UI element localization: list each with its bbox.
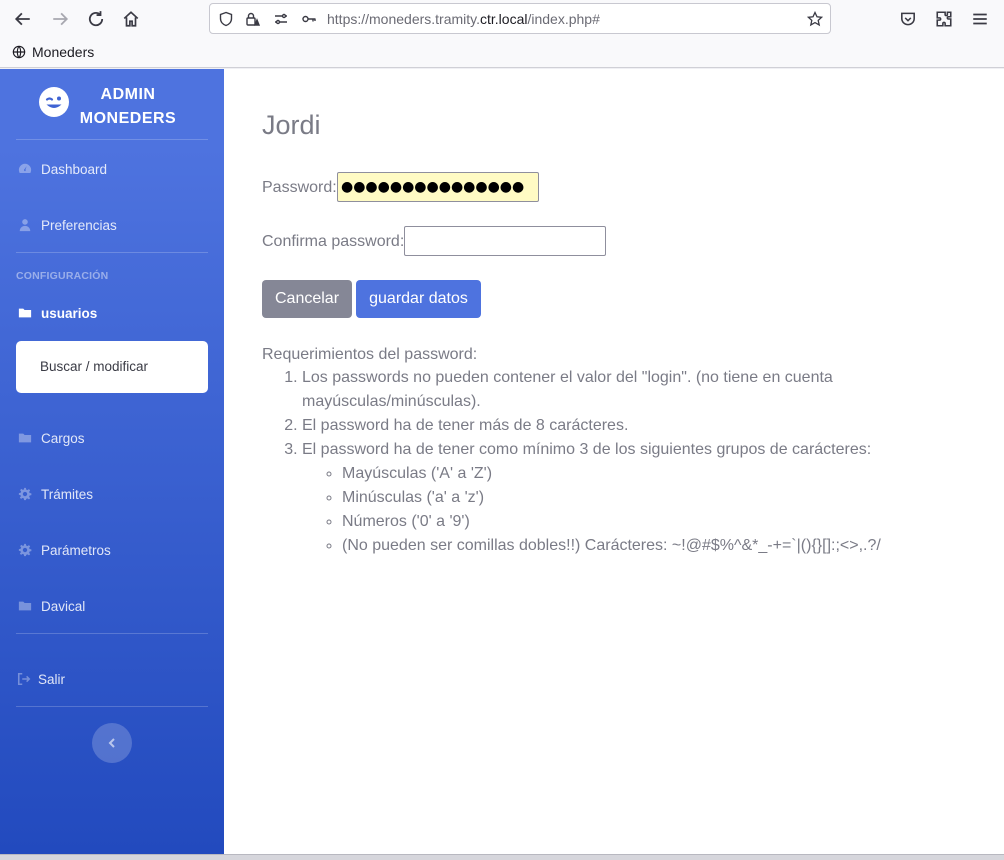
list-item: Mayúsculas ('A' a 'Z') [342, 462, 962, 486]
key-icon[interactable] [300, 10, 318, 28]
sidebar-item-usuarios[interactable]: usuarios [0, 293, 224, 333]
list-item: (No pueden ser comillas dobles!!) Caráct… [342, 534, 962, 558]
chevron-left-icon [108, 738, 115, 748]
requirements-title: Requerimientos del password: [262, 346, 478, 363]
sidebar: ADMIN MONEDERS Dashboard Preferencias CO… [0, 69, 224, 854]
save-button[interactable]: guardar datos [356, 280, 481, 318]
list-item: Números ('0' a '9') [342, 510, 962, 534]
extensions-icon[interactable] [931, 6, 957, 32]
taskbar-strip [0, 854, 1004, 860]
sidebar-item-label: Cargos [41, 430, 85, 446]
sidebar-toggle-button[interactable] [92, 723, 132, 763]
url-text[interactable]: https://moneders.tramity.ctr.local/index… [327, 11, 600, 27]
pocket-icon[interactable] [895, 6, 921, 32]
sidebar-brand[interactable]: ADMIN MONEDERS [0, 69, 224, 139]
sidebar-item-tramites[interactable]: Trámites [0, 474, 224, 514]
password-field[interactable] [337, 172, 539, 202]
sidebar-heading-configuracion: CONFIGURACIÓN [16, 270, 109, 282]
folder-icon [17, 598, 33, 614]
list-item: Minúsculas ('a' a 'z') [342, 486, 962, 510]
page-title: Jordi [262, 110, 321, 140]
gear-icon [17, 486, 33, 502]
url-bar[interactable]: https://moneders.tramity.ctr.local/index… [209, 3, 831, 34]
main-content: Jordi Password: Confirma password: Cance… [224, 69, 1004, 854]
sidebar-item-label: Davical [41, 598, 86, 614]
sidebar-item-cargos[interactable]: Cargos [0, 418, 224, 458]
star-icon[interactable] [806, 10, 824, 28]
user-icon [17, 217, 33, 233]
sign-out-icon [16, 671, 32, 687]
tachometer-icon [17, 161, 33, 177]
list-item-text: El password ha de tener como mínimo 3 de… [302, 441, 872, 458]
sidebar-item-label: usuarios [41, 305, 98, 321]
sidebar-item-label: Parámetros [41, 542, 111, 558]
sidebar-divider [16, 633, 208, 634]
gear-icon [17, 542, 33, 558]
sidebar-item-label: Preferencias [41, 217, 117, 233]
lock-warning-icon[interactable] [243, 10, 261, 28]
globe-icon [12, 45, 26, 59]
brand-line2: MONEDERS [79, 110, 177, 127]
submenu-item-buscar-modificar[interactable]: Buscar / modificar [40, 359, 148, 374]
back-icon[interactable] [10, 6, 36, 32]
sidebar-item-label: Trámites [41, 486, 94, 502]
bookmark-moneders[interactable]: Moneders [12, 44, 94, 60]
sidebar-item-preferencias[interactable]: Preferencias [0, 205, 224, 245]
home-icon[interactable] [118, 6, 144, 32]
submenu-usuarios: Buscar / modificar [16, 341, 208, 393]
sidebar-divider [16, 252, 208, 253]
sidebar-item-salir[interactable]: Salir [0, 659, 224, 699]
cancel-button[interactable]: Cancelar [262, 280, 352, 318]
sidebar-item-parametros[interactable]: Parámetros [0, 530, 224, 570]
sidebar-item-label: Salir [38, 671, 66, 687]
password-label: Password: [262, 179, 337, 196]
confirm-password-label: Confirma password: [262, 233, 405, 250]
sidebar-divider [16, 139, 208, 140]
list-item: El password ha de tener más de 8 carácte… [302, 414, 962, 438]
sidebar-item-davical[interactable]: Davical [0, 586, 224, 626]
shield-icon[interactable] [217, 10, 235, 28]
brand-title: ADMIN MONEDERS [64, 83, 192, 131]
requirements-list: Los passwords no pueden contener el valo… [262, 366, 962, 558]
sidebar-item-label: Dashboard [41, 161, 108, 177]
sidebar-item-dashboard[interactable]: Dashboard [0, 149, 224, 189]
bookmark-label: Moneders [32, 44, 95, 60]
bookmarks-bar: Moneders [0, 38, 1004, 68]
folder-icon [17, 430, 33, 446]
menu-icon[interactable] [967, 6, 993, 32]
reload-icon[interactable] [83, 6, 109, 32]
forward-icon[interactable] [47, 6, 73, 32]
list-item: El password ha de tener como mínimo 3 de… [302, 438, 962, 558]
list-item: Los passwords no pueden contener el valo… [302, 366, 962, 414]
folder-icon [17, 305, 33, 321]
browser-toolbar: https://moneders.tramity.ctr.local/index… [0, 0, 1004, 38]
brand-line1: ADMIN [100, 86, 156, 103]
sidebar-divider [16, 706, 208, 707]
permissions-icon[interactable] [272, 10, 290, 28]
confirm-password-field[interactable] [404, 226, 606, 256]
